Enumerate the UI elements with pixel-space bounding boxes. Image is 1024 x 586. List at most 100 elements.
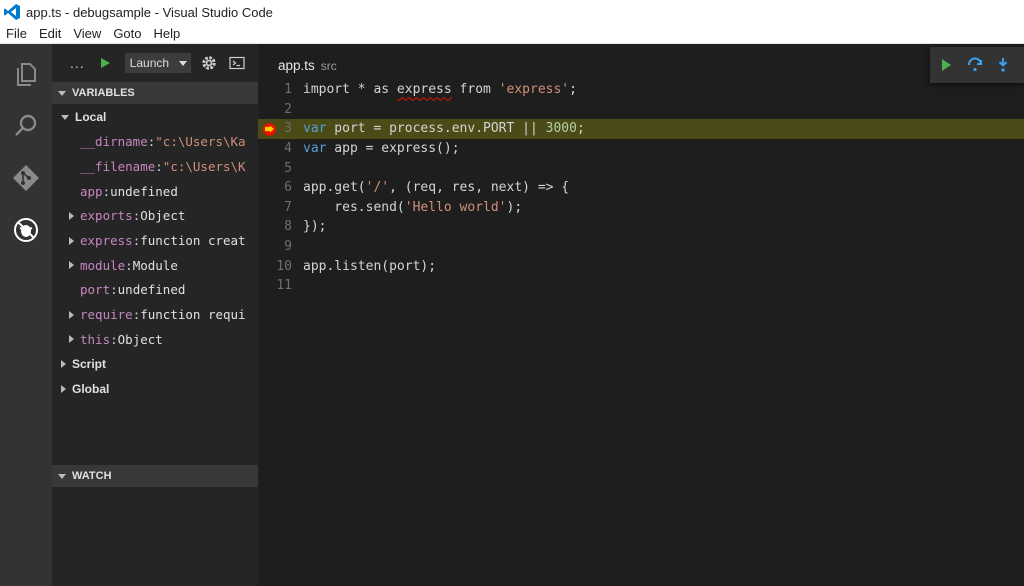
- code-line: 3 var port = process.env.PORT || 3000;: [258, 119, 1024, 139]
- chevron-down-icon: [58, 473, 66, 479]
- variable-row[interactable]: exports: Object: [52, 205, 258, 227]
- breakpoint-icon[interactable]: [263, 122, 276, 136]
- variable-row[interactable]: express: function creat: [52, 230, 258, 252]
- title-bar: app.ts - debugsample - Visual Studio Cod…: [0, 0, 1024, 24]
- variables-title: VARIABLES: [72, 87, 135, 99]
- chevron-right-icon[interactable]: [69, 211, 74, 220]
- menu-bar: File Edit View Goto Help: [0, 24, 1024, 44]
- menu-help[interactable]: Help: [148, 24, 187, 44]
- chevron-right-icon[interactable]: [69, 335, 74, 344]
- debug-console-icon[interactable]: [229, 56, 245, 70]
- variable-name: __filename: [80, 158, 156, 174]
- code-token: '/': [365, 180, 390, 196]
- variable-value: function requi: [140, 307, 246, 323]
- code-token: import * as: [303, 82, 397, 98]
- line-number[interactable]: 11: [258, 278, 300, 293]
- variable-separator: :: [132, 307, 141, 323]
- line-number[interactable]: 6: [258, 180, 300, 195]
- menu-view[interactable]: View: [67, 24, 107, 44]
- scope-global[interactable]: Global: [52, 378, 258, 400]
- variable-row[interactable]: __dirname: "c:\Users\Ka: [52, 131, 258, 153]
- current-line-arrow-icon: [265, 125, 274, 133]
- code-line: 8});: [258, 217, 1024, 237]
- search-icon: [15, 114, 37, 136]
- variable-separator: :: [147, 134, 156, 150]
- variable-row[interactable]: this: Object: [52, 328, 258, 350]
- git-icon: [13, 165, 39, 191]
- code-token: app.listen(port);: [303, 258, 437, 274]
- continue-button[interactable]: [938, 55, 954, 75]
- chevron-down-icon: [58, 90, 66, 96]
- variable-separator: :: [110, 331, 118, 347]
- code-text: });: [300, 219, 326, 234]
- code-text: app.listen(port);: [300, 259, 436, 274]
- line-number[interactable]: 7: [258, 200, 300, 215]
- debug-button[interactable]: [0, 204, 52, 256]
- launch-config-select[interactable]: Launch: [124, 53, 191, 73]
- code-token: res.send(: [303, 199, 405, 215]
- chevron-right-icon[interactable]: [69, 236, 74, 245]
- menu-file[interactable]: File: [0, 24, 33, 44]
- start-debugging-icon[interactable]: [100, 58, 110, 68]
- line-number[interactable]: 8: [258, 219, 300, 234]
- watch-title: WATCH: [72, 470, 112, 482]
- line-number[interactable]: 10: [258, 259, 300, 274]
- code-token: ;: [569, 82, 577, 98]
- code-line: 4 var app = express();: [258, 139, 1024, 159]
- more-actions-button[interactable]: ...: [70, 55, 85, 71]
- step-into-button[interactable]: [996, 55, 1012, 75]
- code-token: port = process.env.PORT ||: [326, 121, 546, 137]
- code-token: ;: [576, 121, 585, 137]
- step-over-button[interactable]: [967, 55, 983, 75]
- code-token: app = express();: [326, 141, 460, 157]
- variable-row[interactable]: app: undefined: [52, 180, 258, 202]
- chevron-right-icon[interactable]: [69, 261, 74, 270]
- line-number[interactable]: 1: [258, 82, 300, 97]
- launch-config-label: Launch: [129, 56, 170, 70]
- code-text: app.get('/', (req, res, next) => {: [300, 180, 569, 195]
- activity-bar: [0, 44, 52, 586]
- code-token: 3000: [545, 121, 577, 137]
- variable-value: Object: [117, 331, 163, 347]
- code-token: var: [303, 121, 327, 137]
- code-line: 10 app.listen(port);: [258, 256, 1024, 276]
- code-token: });: [303, 219, 327, 235]
- git-button[interactable]: [0, 152, 52, 204]
- debug-icon: [14, 218, 38, 242]
- variable-value: undefined: [110, 183, 178, 199]
- menu-edit[interactable]: Edit: [33, 24, 67, 44]
- variable-value: function creat: [140, 233, 246, 248]
- line-number[interactable]: 9: [258, 239, 300, 254]
- variable-row[interactable]: module: Module: [52, 254, 258, 276]
- debug-actions-toolbar: [930, 47, 1024, 83]
- scope-local[interactable]: Local: [52, 106, 258, 128]
- code-text: res.send('Hello world');: [300, 200, 522, 215]
- variable-separator: :: [110, 282, 118, 298]
- watch-section-header[interactable]: WATCH: [52, 465, 258, 487]
- variable-value: Module: [132, 257, 178, 273]
- variables-section-header[interactable]: VARIABLES: [52, 82, 258, 104]
- variable-row[interactable]: require: function requi: [52, 304, 258, 326]
- line-number[interactable]: 5: [258, 161, 300, 176]
- files-icon: [17, 63, 36, 86]
- line-number[interactable]: 2: [258, 102, 300, 117]
- code-token: express: [396, 82, 452, 98]
- code-text: import * as express from 'express';: [300, 82, 577, 97]
- menu-goto[interactable]: Goto: [107, 24, 147, 44]
- scope-script[interactable]: Script: [52, 353, 258, 375]
- variable-row[interactable]: port: undefined: [52, 279, 258, 301]
- chevron-right-icon[interactable]: [69, 310, 74, 319]
- continue-icon: [941, 59, 951, 71]
- variable-name: exports: [80, 208, 133, 224]
- explorer-button[interactable]: [0, 48, 52, 100]
- gear-icon[interactable]: [201, 55, 217, 71]
- variable-value: "c:\Users\K: [162, 158, 246, 174]
- scope-label: Script: [72, 357, 107, 371]
- variable-name: express: [80, 233, 133, 248]
- line-number[interactable]: 4: [258, 141, 300, 156]
- variable-row[interactable]: __filename: "c:\Users\K: [52, 155, 258, 177]
- code-line: 2: [258, 100, 1024, 120]
- search-button[interactable]: [0, 100, 52, 152]
- vscode-logo-icon: [3, 3, 21, 21]
- code-line: 11: [258, 276, 1024, 296]
